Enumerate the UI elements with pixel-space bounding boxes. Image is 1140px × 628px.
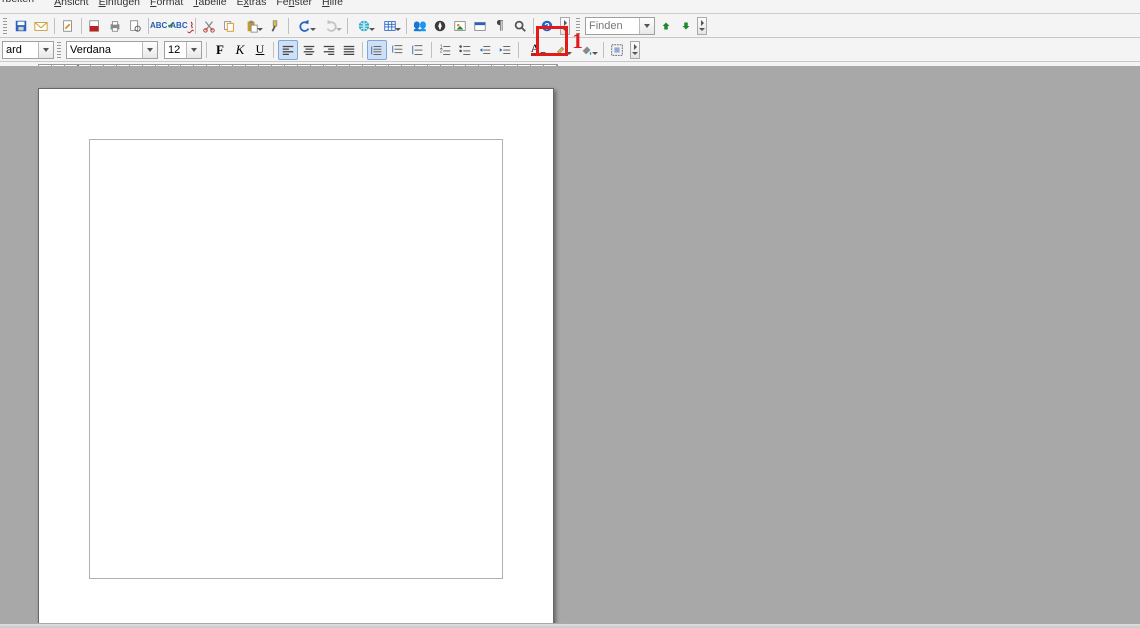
line-spacing-1-button[interactable]	[367, 40, 387, 60]
gallery-button[interactable]	[451, 17, 469, 35]
formatting-grip[interactable]	[57, 42, 61, 58]
menu-help[interactable]: Hilfe	[322, 0, 343, 7]
data-sources-button[interactable]	[471, 17, 489, 35]
find-placeholder: Finden	[589, 20, 623, 32]
menu-format[interactable]: Format	[150, 0, 183, 7]
document-page[interactable]	[38, 88, 554, 624]
font-size-combobox[interactable]: 12	[164, 41, 202, 59]
font-name-arrow[interactable]	[142, 42, 157, 58]
paragraph-style-arrow[interactable]	[38, 42, 53, 58]
menu-extras[interactable]: Extras	[237, 0, 267, 7]
find-replace-button[interactable]: 👥	[411, 17, 429, 35]
export-pdf-button[interactable]	[86, 17, 104, 35]
print-preview-button[interactable]	[126, 17, 144, 35]
font-name-value: Verdana	[70, 44, 111, 56]
bold-button[interactable]: F	[211, 41, 229, 59]
align-center-button[interactable]	[300, 41, 318, 59]
toolbar-formatting-overflow[interactable]	[630, 41, 640, 59]
redo-button[interactable]	[319, 17, 343, 35]
align-right-button[interactable]	[320, 41, 338, 59]
find-next-button[interactable]	[657, 17, 675, 35]
font-size-arrow[interactable]	[186, 42, 201, 58]
document-workarea	[0, 66, 1140, 624]
menu-view[interactable]: Ansicht	[54, 0, 88, 7]
find-combobox[interactable]: Finden	[585, 17, 655, 35]
zoom-button[interactable]	[511, 17, 529, 35]
nonprinting-chars-button[interactable]: ¶	[491, 17, 509, 35]
format-paintbrush-button[interactable]	[266, 17, 284, 35]
menu-edit[interactable]: rbeiten	[2, 0, 44, 7]
underline-button[interactable]: U	[251, 41, 269, 59]
find-toolbar-overflow[interactable]	[697, 17, 707, 35]
edit-doc-button[interactable]	[59, 17, 77, 35]
find-prev-button[interactable]	[677, 17, 695, 35]
select-all-button[interactable]	[608, 41, 626, 59]
mail-button[interactable]	[32, 17, 50, 35]
italic-button[interactable]: K	[231, 41, 249, 59]
copy-button[interactable]	[220, 17, 238, 35]
align-justify-button[interactable]	[340, 41, 358, 59]
paragraph-style-combobox[interactable]: ard	[2, 41, 54, 59]
paragraph-style-value: ard	[6, 44, 22, 56]
menubar: rbeiten Ansicht Einfügen Format Tabelle …	[0, 0, 1140, 14]
decrease-indent-button[interactable]	[476, 41, 494, 59]
annotation-label-1: 1	[572, 28, 583, 54]
numbered-list-button[interactable]: 12	[436, 41, 454, 59]
line-spacing-15-button[interactable]	[389, 41, 407, 59]
insert-table-button[interactable]	[378, 17, 402, 35]
menu-insert[interactable]: Einfügen	[99, 0, 140, 7]
undo-button[interactable]	[293, 17, 317, 35]
bullet-list-button[interactable]	[456, 41, 474, 59]
save-button[interactable]	[12, 17, 30, 35]
font-size-value: 12	[168, 44, 180, 56]
toolbar-formatting: ard Verdana 12 F K U 12	[0, 38, 1140, 62]
toolbar-grip[interactable]	[3, 18, 7, 34]
align-left-button[interactable]	[278, 40, 298, 60]
print-button[interactable]	[106, 17, 124, 35]
svg-text:2: 2	[440, 48, 443, 54]
statusbar-edge	[0, 623, 1140, 628]
find-combobox-arrow[interactable]	[639, 18, 654, 34]
spellcheck-button[interactable]: ABC✔	[153, 17, 171, 35]
paste-button[interactable]	[240, 17, 264, 35]
increase-indent-button[interactable]	[496, 41, 514, 59]
text-frame[interactable]	[89, 139, 503, 579]
annotation-box-1	[536, 26, 568, 56]
menu-table[interactable]: Tabelle	[193, 0, 226, 7]
toolbar-standard: ABC✔ ABC ⌇ 👥 ¶ ?	[0, 14, 1140, 38]
navigator-button[interactable]	[431, 17, 449, 35]
font-name-combobox[interactable]: Verdana	[66, 41, 158, 59]
auto-spellcheck-button[interactable]: ABC ⌇	[173, 17, 191, 35]
cut-button[interactable]	[200, 17, 218, 35]
insert-hyperlink-button[interactable]	[352, 17, 376, 35]
line-spacing-2-button[interactable]	[409, 41, 427, 59]
menu-window[interactable]: Fenster	[276, 0, 312, 7]
